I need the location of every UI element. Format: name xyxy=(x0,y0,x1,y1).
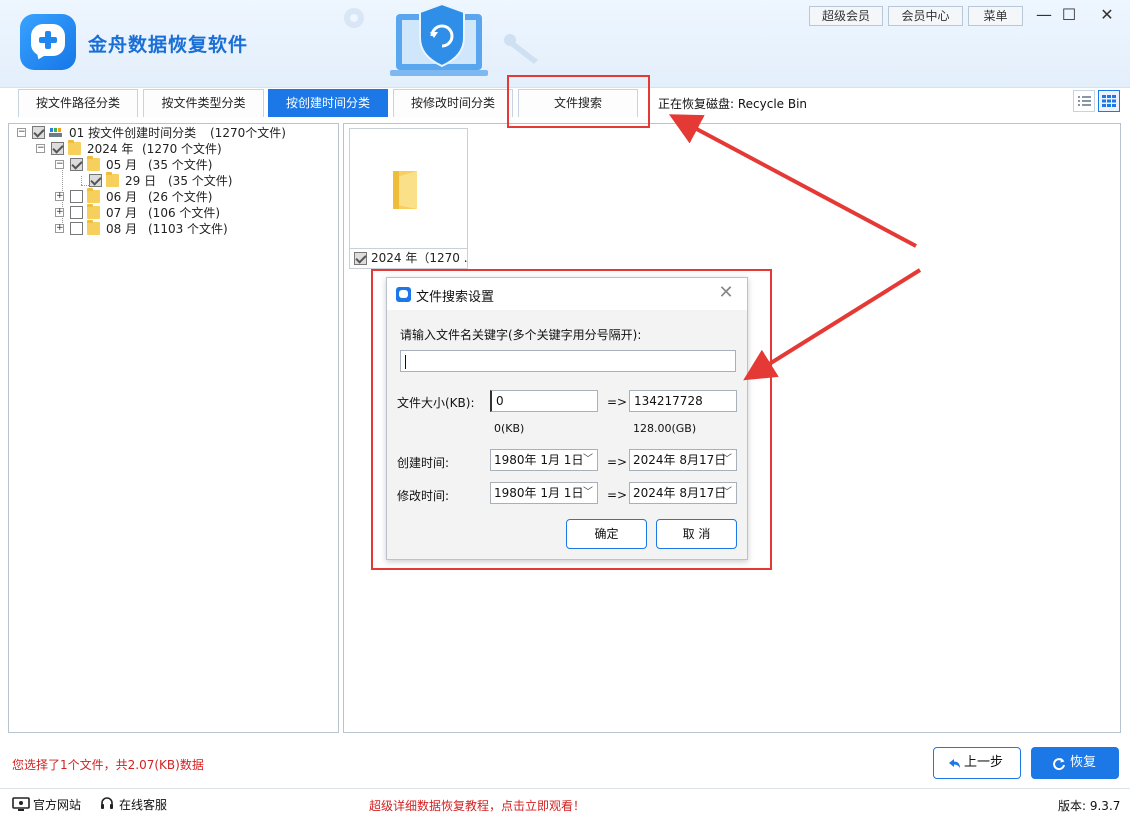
annotation-arrows-icon xyxy=(668,114,922,381)
selection-status: 您选择了1个文件，共2.07(KB)数据 xyxy=(12,758,204,772)
recover-button[interactable]: 恢复 xyxy=(1031,747,1119,779)
monitor-icon xyxy=(12,797,30,811)
online-service-link[interactable]: 在线客服 xyxy=(119,796,167,813)
headset-icon xyxy=(101,797,113,809)
footer-bar: 官方网站 在线客服 超级详细数据恢复教程，点击立即观看！ 版本: 9.3.7 xyxy=(0,788,1130,820)
official-website-link[interactable]: 官方网站 xyxy=(33,796,81,813)
back-arrow-icon xyxy=(949,759,960,768)
version-label: 版本: 9.3.7 xyxy=(1058,799,1121,813)
refresh-icon xyxy=(1053,758,1065,771)
tutorial-promo-link[interactable]: 超级详细数据恢复教程，点击立即观看！ xyxy=(369,797,585,814)
previous-step-button[interactable]: 上一步 xyxy=(933,747,1021,779)
